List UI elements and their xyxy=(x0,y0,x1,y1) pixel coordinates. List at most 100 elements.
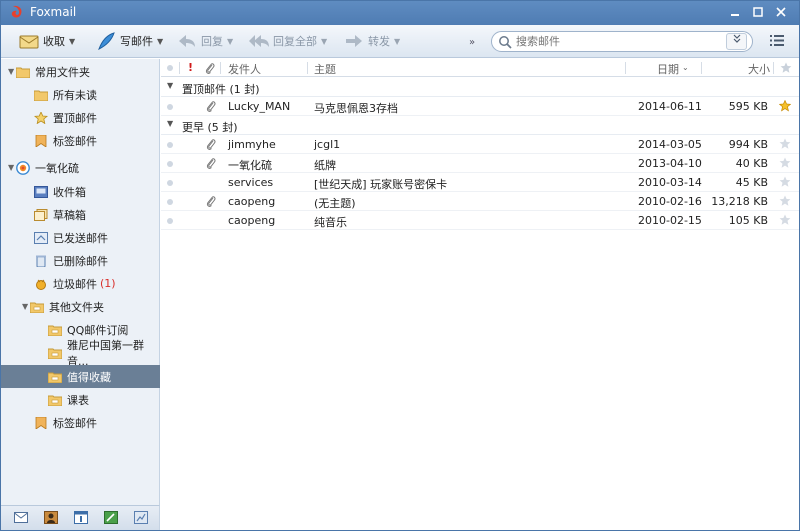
receive-dropdown-icon[interactable]: ▼ xyxy=(69,37,75,46)
foxmail-logo-icon xyxy=(11,5,22,18)
mail-row[interactable]: 一氧化硫 纸牌 2013-04-10 40 KB xyxy=(161,154,799,173)
folder-label: 已发送邮件 xyxy=(53,231,108,245)
trash-icon xyxy=(36,255,46,267)
group-collapse-arrow-icon[interactable]: ▼ xyxy=(167,81,173,90)
folder-drafts[interactable]: 草稿箱 xyxy=(1,203,160,226)
reply-all-button[interactable]: 回复全部 ▼ xyxy=(249,30,327,52)
read-status-dot[interactable] xyxy=(167,180,173,186)
search-options-button[interactable] xyxy=(726,33,747,50)
attachment-column-icon[interactable] xyxy=(205,62,215,75)
junk-icon xyxy=(36,279,46,290)
folder-sony-group[interactable]: 雅尼中国第一群音... xyxy=(1,339,160,368)
reply-all-arrow-icon xyxy=(249,35,269,47)
read-status-dot[interactable] xyxy=(167,199,173,205)
mail-subject: 纯音乐 xyxy=(314,216,347,229)
read-status-dot[interactable] xyxy=(167,161,173,167)
calendar-module-icon[interactable] xyxy=(74,511,88,524)
mail-date: 2013-04-10 xyxy=(638,157,702,170)
mail-from: caopeng xyxy=(228,214,276,227)
account-item[interactable]: ▼ 一氧化硫 xyxy=(1,156,160,179)
collapse-arrow-icon[interactable]: ▼ xyxy=(8,163,16,172)
maximize-button[interactable] xyxy=(750,5,766,20)
mail-date: 2010-03-14 xyxy=(638,176,702,189)
compose-dropdown-icon[interactable]: ▼ xyxy=(157,37,163,46)
minimize-button[interactable] xyxy=(727,5,743,20)
reply-dropdown-icon[interactable]: ▼ xyxy=(227,37,233,46)
mail-module-icon[interactable] xyxy=(14,511,28,524)
folder-group-other[interactable]: ▼ 其他文件夹 xyxy=(1,295,160,318)
group-header-pinned[interactable]: ▼ 置顶邮件 (1 封) xyxy=(161,78,799,97)
folder-group-common[interactable]: ▼ 常用文件夹 xyxy=(1,60,160,83)
subject-column-header[interactable]: 主题 xyxy=(314,61,336,77)
reply-button[interactable]: 回复 ▼ xyxy=(177,30,233,52)
star-icon[interactable] xyxy=(779,176,791,188)
maximize-icon xyxy=(753,7,763,17)
folder-label: 置顶邮件 xyxy=(53,111,97,125)
foxmail-window: Foxmail 收取 ▼ 写邮件 ▼ 回复 ▼ 回复全部 ▼ 转发 ▼ » 搜索… xyxy=(0,0,800,531)
size-column-header[interactable]: 大小 xyxy=(748,61,770,77)
star-icon[interactable] xyxy=(779,138,791,150)
date-column-header[interactable]: 日期 xyxy=(657,61,679,77)
hamburger-menu-icon[interactable] xyxy=(770,34,784,47)
star-icon[interactable] xyxy=(779,214,791,226)
reply-all-dropdown-icon[interactable]: ▼ xyxy=(321,37,327,46)
compose-button[interactable]: 写邮件 ▼ xyxy=(96,30,163,52)
sort-chevron-down-icon[interactable]: ⌄ xyxy=(682,63,689,72)
mail-date: 2014-03-05 xyxy=(638,138,702,151)
mail-row[interactable]: caopeng (无主题) 2010-02-16 13,218 KB xyxy=(161,192,799,211)
star-column-icon[interactable] xyxy=(780,62,792,74)
star-icon[interactable] xyxy=(779,195,791,207)
mail-date: 2014-06-11 xyxy=(638,100,702,113)
receive-button[interactable]: 收取 ▼ xyxy=(19,30,75,52)
mail-row[interactable]: Lucky_MAN 马克思佩恩3存档 2014-06-11 595 KB xyxy=(161,97,799,116)
search-icon xyxy=(499,36,512,49)
folder-worth-saving[interactable]: 值得收藏 xyxy=(1,365,160,388)
read-status-column-icon[interactable] xyxy=(167,65,173,71)
search-box[interactable] xyxy=(491,31,753,52)
folder-icon xyxy=(48,395,62,406)
forward-arrow-icon xyxy=(346,35,362,47)
folder-account-tagged[interactable]: 标签邮件 xyxy=(1,411,160,434)
list-header: ! 发件人 主题 日期 ⌄ 大小 xyxy=(161,59,799,77)
folder-sent[interactable]: 已发送邮件 xyxy=(1,226,160,249)
search-input[interactable] xyxy=(516,34,716,49)
collapse-arrow-icon[interactable]: ▼ xyxy=(22,302,30,311)
mail-size: 994 KB xyxy=(728,138,768,151)
receive-label: 收取 xyxy=(43,35,65,48)
folder-inbox[interactable]: 收件箱 xyxy=(1,180,160,203)
star-active-icon[interactable] xyxy=(779,100,791,112)
feeds-module-icon[interactable] xyxy=(134,511,148,524)
group-collapse-arrow-icon[interactable]: ▼ xyxy=(167,119,173,128)
title-bar[interactable]: Foxmail xyxy=(1,1,799,25)
folder-all-unread[interactable]: 所有未读 xyxy=(1,83,160,106)
read-status-dot[interactable] xyxy=(167,104,173,110)
read-status-dot[interactable] xyxy=(167,142,173,148)
star-icon[interactable] xyxy=(779,157,791,169)
folder-label: 常用文件夹 xyxy=(35,65,90,79)
notes-module-icon[interactable] xyxy=(104,511,118,524)
folder-icon xyxy=(48,325,62,336)
close-button[interactable] xyxy=(773,5,789,20)
group-header-earlier[interactable]: ▼ 更早 (5 封) xyxy=(161,116,799,135)
module-switcher-bar xyxy=(1,505,160,530)
folder-label: 其他文件夹 xyxy=(49,300,104,314)
folder-pinned[interactable]: 置顶邮件 xyxy=(1,106,160,129)
mail-row[interactable]: caopeng 纯音乐 2010-02-15 105 KB xyxy=(161,211,799,230)
folder-schedule[interactable]: 课表 xyxy=(1,388,160,411)
from-column-header[interactable]: 发件人 xyxy=(228,61,261,77)
priority-column-header[interactable]: ! xyxy=(188,61,193,74)
collapse-arrow-icon[interactable]: ▼ xyxy=(8,67,16,76)
folder-label: 垃圾邮件 xyxy=(53,277,97,291)
more-tools-button[interactable]: » xyxy=(469,37,475,48)
forward-button[interactable]: 转发 ▼ xyxy=(344,30,400,52)
read-status-dot[interactable] xyxy=(167,218,173,224)
mail-row[interactable]: services [世纪天成] 玩家账号密保卡 2010-03-14 45 KB xyxy=(161,173,799,192)
inbox-icon xyxy=(34,185,48,198)
folder-deleted[interactable]: 已删除邮件 xyxy=(1,249,160,272)
folder-junk[interactable]: 垃圾邮件 (1) xyxy=(1,272,160,295)
bookmark-icon xyxy=(35,134,47,147)
mail-row[interactable]: jimmyhe jcgl1 2014-03-05 994 KB xyxy=(161,135,799,154)
contacts-module-icon[interactable] xyxy=(44,511,58,524)
forward-dropdown-icon[interactable]: ▼ xyxy=(394,37,400,46)
folder-tagged[interactable]: 标签邮件 xyxy=(1,129,160,152)
